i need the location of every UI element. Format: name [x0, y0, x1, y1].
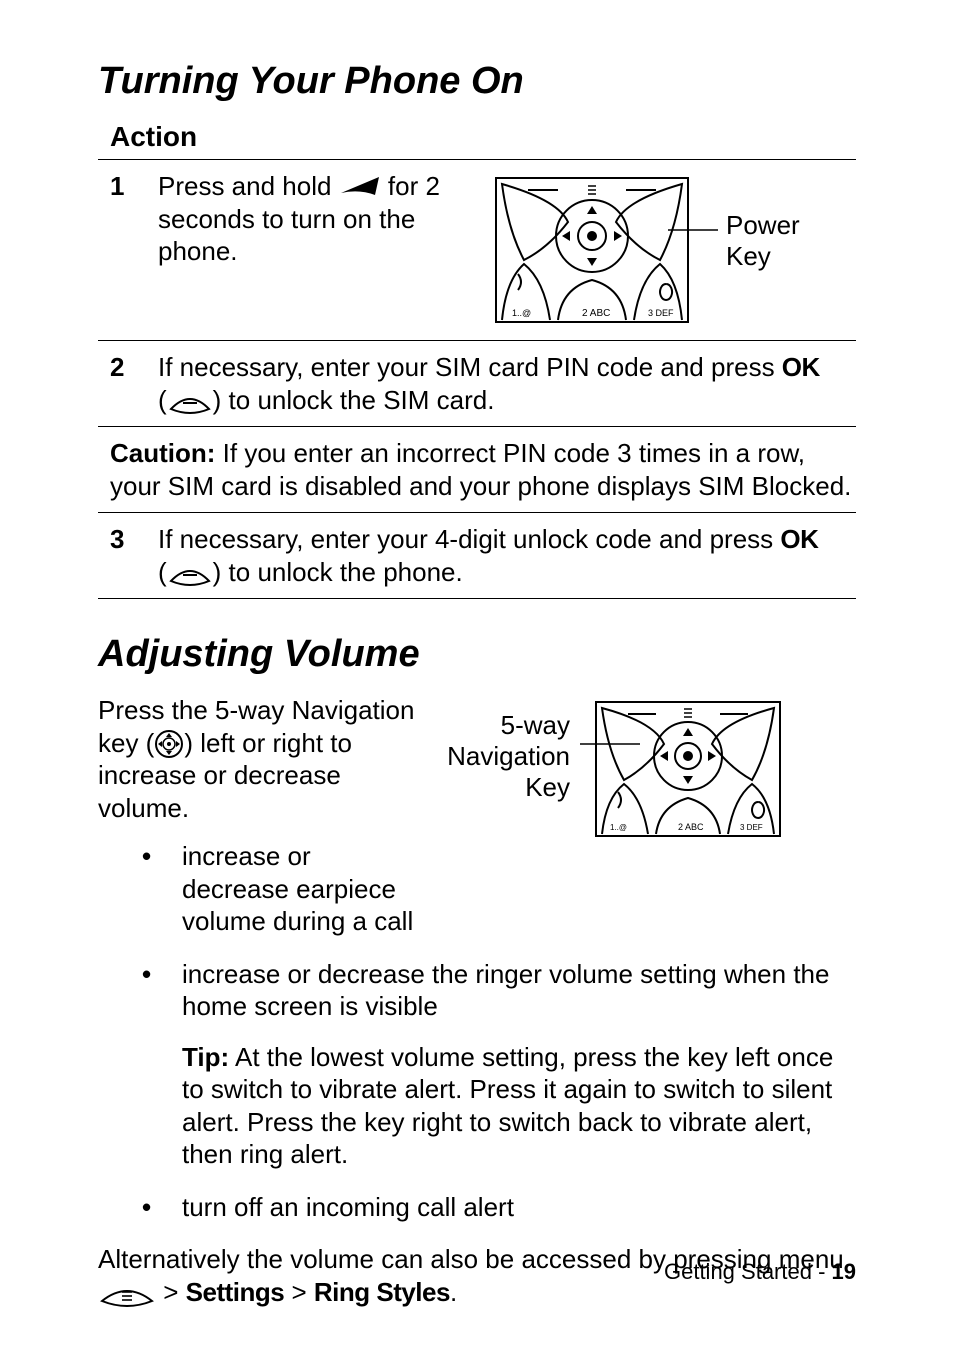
- keypad-diagram-nav: 5-way Navigation Key: [428, 694, 788, 844]
- menu-key-icon: [98, 1283, 156, 1309]
- menu-path-ring-styles: Ring Styles: [314, 1277, 450, 1307]
- power-wedge-icon: [339, 175, 381, 197]
- tip-block: Tip: At the lowest volume setting, press…: [182, 1041, 856, 1171]
- nav-key-label-line3: Key: [525, 772, 570, 802]
- divider: [98, 340, 856, 341]
- sim-blocked-text: SIM Blocked: [698, 471, 844, 501]
- text: (: [158, 557, 167, 587]
- keypad-diagram-power: 2 ABC 1..@ 3 DEF Power Key: [488, 170, 798, 330]
- footer-section: Getting Started -: [664, 1259, 832, 1284]
- action-label: Action: [110, 121, 856, 153]
- divider: [98, 159, 856, 160]
- menu-path-settings: Settings: [186, 1277, 285, 1307]
- heading-turning-phone-on: Turning Your Phone On: [98, 60, 856, 103]
- step-number: 3: [98, 523, 158, 588]
- adjusting-volume-intro: Press the 5-way Navigation key () left o…: [98, 694, 418, 824]
- svg-text:3 DEF: 3 DEF: [648, 308, 674, 318]
- text: ) to unlock the phone.: [213, 557, 463, 587]
- svg-text:1..@: 1..@: [512, 308, 531, 318]
- volume-bullet-list: increase or decrease earpiece volume dur…: [98, 840, 418, 938]
- step-number: 1: [98, 170, 158, 330]
- nav-key-label-line2: Navigation: [447, 741, 570, 771]
- list-item: increase or decrease the ringer volume s…: [128, 958, 856, 1171]
- volume-bullet-list-cont: increase or decrease the ringer volume s…: [98, 958, 856, 1224]
- text: If necessary, enter your 4-digit unlock …: [158, 524, 780, 554]
- page-footer: Getting Started - 19: [664, 1259, 856, 1285]
- divider: [98, 512, 856, 513]
- text: (: [158, 385, 167, 415]
- text: >: [156, 1277, 186, 1307]
- caution-label: Caution:: [110, 438, 215, 468]
- tip-label: Tip:: [182, 1042, 229, 1072]
- softkey-icon: [167, 565, 213, 587]
- list-item: turn off an incoming call alert: [128, 1191, 856, 1224]
- svg-text:1..@: 1..@: [610, 823, 627, 832]
- power-key-label-line1: Power: [726, 210, 800, 240]
- softkey-icon: [167, 393, 213, 415]
- svg-text:3 DEF: 3 DEF: [740, 823, 763, 832]
- nav-key-label-line1: 5-way: [501, 710, 570, 740]
- step-2-text: If necessary, enter your SIM card PIN co…: [158, 351, 856, 416]
- power-key-label-line2: Key: [726, 241, 771, 271]
- step-2: 2 If necessary, enter your SIM card PIN …: [98, 345, 856, 422]
- step-3-text: If necessary, enter your 4-digit unlock …: [158, 523, 856, 588]
- text: If necessary, enter your SIM card PIN co…: [158, 352, 782, 382]
- nav-key-icon: [154, 729, 184, 759]
- ok-label: OK: [782, 352, 820, 382]
- heading-adjusting-volume: Adjusting Volume: [98, 633, 856, 676]
- ok-label: OK: [780, 524, 818, 554]
- step-3: 3 If necessary, enter your 4-digit unloc…: [98, 517, 856, 594]
- step-1-text: Press and hold for 2 seconds to turn on …: [158, 170, 448, 268]
- text: increase or decrease the ringer volume s…: [182, 959, 829, 1022]
- svg-text:2 ABC: 2 ABC: [678, 822, 704, 832]
- key-2-label: 2 ABC: [582, 308, 610, 319]
- text: .: [450, 1277, 457, 1307]
- text: At the lowest volume setting, press the …: [182, 1042, 833, 1170]
- text: ) to unlock the SIM card.: [213, 385, 495, 415]
- divider: [98, 426, 856, 427]
- caution-block: Caution: If you enter an incorrect PIN c…: [98, 431, 856, 508]
- footer-page-number: 19: [832, 1259, 856, 1284]
- text: Press and hold: [158, 171, 339, 201]
- step-1: 1 Press and hold for 2 seconds to turn o…: [98, 164, 856, 336]
- list-item: increase or decrease earpiece volume dur…: [128, 840, 418, 938]
- step-number: 2: [98, 351, 158, 416]
- text: .: [844, 471, 851, 501]
- divider: [98, 598, 856, 599]
- text: >: [284, 1277, 314, 1307]
